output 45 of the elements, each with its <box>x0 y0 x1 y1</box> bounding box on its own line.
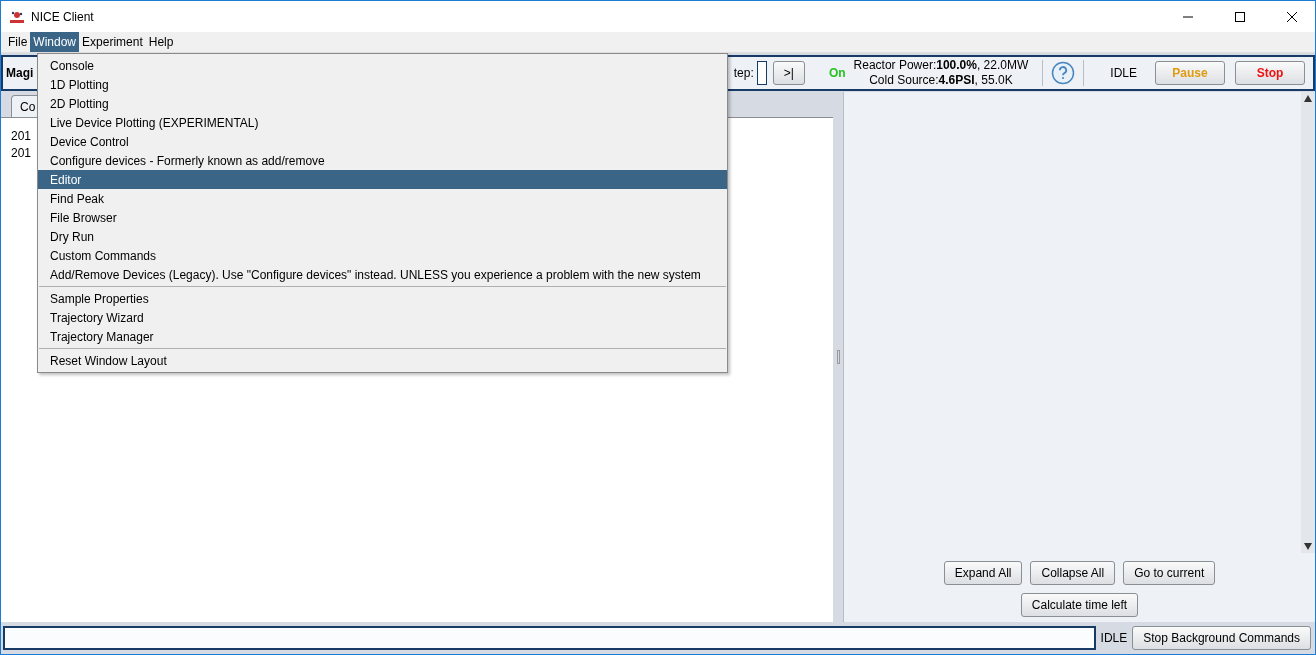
stop-background-button[interactable]: Stop Background Commands <box>1132 626 1311 650</box>
step-button[interactable]: >| <box>772 61 805 85</box>
menu-entry[interactable]: Device Control <box>38 132 727 151</box>
step-field[interactable] <box>756 61 767 85</box>
close-icon <box>1286 10 1298 23</box>
menu-entry[interactable]: Trajectory Wizard <box>38 308 727 327</box>
instrument-label: Magi <box>6 66 34 80</box>
maximize-icon <box>1234 10 1246 23</box>
menu-entry[interactable]: Configure devices - Formerly known as add/remove <box>38 151 727 170</box>
menu-entry[interactable]: Add/Remove Devices (Legacy). Use "Configure devices" instead. UNLESS you experience a problem with the new system <box>38 265 727 284</box>
cold-source: Cold Source:4.6PSI, 55.0K <box>869 73 1013 88</box>
menu-entry[interactable]: Dry Run <box>38 227 727 246</box>
menu-entry[interactable]: Find Peak <box>38 189 727 208</box>
splitter-grip[interactable] <box>836 350 840 364</box>
tree-button[interactable]: Expand All <box>943 561 1023 585</box>
help-icon[interactable] <box>1051 61 1076 85</box>
scroll-down-icon[interactable] <box>1304 543 1312 550</box>
menu-entry[interactable]: Console <box>38 56 727 75</box>
reactor-state: On <box>828 66 846 80</box>
menu-item[interactable]: Experiment <box>79 32 146 52</box>
command-field[interactable] <box>3 626 1096 650</box>
menu-item[interactable]: Help <box>145 32 177 52</box>
scrollbar[interactable] <box>1301 92 1315 553</box>
reactor-power: Reactor Power:100.0%, 22.0MW <box>853 58 1029 73</box>
tree-button[interactable]: Go to current <box>1123 561 1216 585</box>
menu-entry[interactable]: Editor <box>38 170 727 189</box>
menu-entry[interactable]: File Browser <box>38 208 727 227</box>
menu-entry[interactable]: Custom Commands <box>38 246 727 265</box>
window-title: NICE Client <box>31 9 95 24</box>
menu-entry[interactable]: Trajectory Manager <box>38 327 727 346</box>
log-line: 201 <box>11 145 32 162</box>
app-logo-icon <box>9 9 25 24</box>
stop-button[interactable]: Stop <box>1235 61 1305 85</box>
menu-item[interactable]: File <box>5 32 31 52</box>
menu-entry[interactable]: 1D Plotting <box>38 75 727 94</box>
menu-entry[interactable]: Sample Properties <box>38 289 727 308</box>
menu-item[interactable]: Window <box>30 32 80 52</box>
menu-entry[interactable]: Reset Window Layout <box>38 351 727 370</box>
tree-button[interactable]: Collapse All <box>1030 561 1116 585</box>
calculate-button[interactable]: Calculate time left <box>1020 593 1139 617</box>
scroll-up-icon[interactable] <box>1304 95 1312 102</box>
status-text: IDLE <box>1110 66 1137 80</box>
step-label: tep: <box>733 66 754 80</box>
status-text: IDLE <box>1100 631 1128 645</box>
log-line: 201 <box>11 128 32 145</box>
